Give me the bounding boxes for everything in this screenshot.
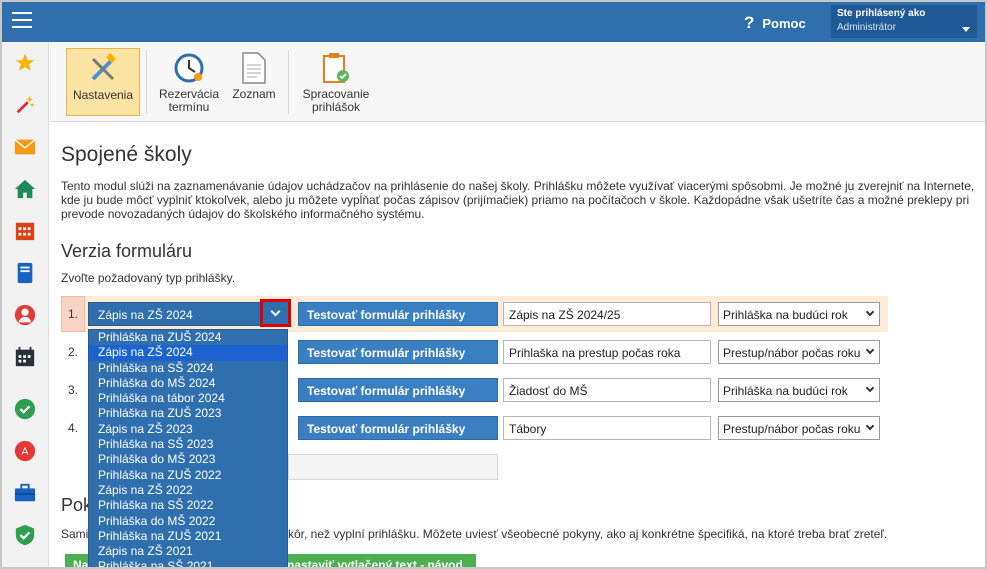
user-menu[interactable]: Ste prihlásený ako Administrátor — [831, 5, 977, 38]
dropdown-option[interactable]: Prihláška do MŠ 2023 — [89, 452, 287, 467]
chevron-down-icon — [865, 345, 875, 355]
calendar-icon[interactable] — [14, 346, 36, 368]
form-name-input[interactable]: Zápis na ZŠ 2024/25 — [503, 302, 711, 326]
help-button[interactable]: ? Pomoc — [744, 13, 806, 33]
caret-down-icon — [962, 27, 970, 32]
dropdown-option[interactable]: Zápis na ZŠ 2023 — [89, 422, 287, 437]
intro-text: Tento modul slúži na zaznamenávanie údaj… — [61, 179, 975, 221]
pen-badge-icon[interactable]: A — [14, 440, 36, 462]
reservation-label: Rezervácia termínu — [158, 87, 220, 114]
dropdown-option[interactable]: Prihláška na ZUŠ 2024 — [89, 330, 287, 345]
processing-button[interactable]: Spracovanie prihlášok — [296, 48, 376, 116]
row-number: 4. — [67, 421, 78, 435]
check-circle-icon[interactable] — [14, 398, 36, 420]
clock-icon — [154, 48, 224, 84]
left-sidebar: A — [2, 42, 49, 567]
dropdown-option[interactable]: Prihláška na ZUŠ 2022 — [89, 468, 287, 483]
form-type-value: Prestup/nábor počas roku — [723, 422, 861, 436]
dropdown-option[interactable]: Prihláška na tábor 2024 — [89, 391, 287, 406]
mail-icon[interactable] — [14, 136, 36, 158]
form-row: 1. Zápis na ZŠ 2024 Testovať formulár pr… — [61, 296, 888, 332]
new-form-input[interactable] — [288, 454, 498, 480]
dropdown-option[interactable]: Prihláška do MŠ 2022 — [89, 514, 287, 529]
app-window: ? Pomoc Ste prihlásený ako Administrátor — [0, 0, 987, 569]
shield-check-icon[interactable] — [14, 524, 36, 546]
form-name-input[interactable]: Žiadosť do MŠ — [503, 378, 711, 402]
briefcase-icon[interactable] — [14, 482, 36, 504]
settings-label: Nastavenia — [72, 88, 134, 102]
dropdown-option[interactable]: Prihláška na SŠ 2023 — [89, 437, 287, 452]
reservation-button[interactable]: Rezervácia termínu — [154, 48, 224, 116]
dropdown-option[interactable]: Prihláška na ZUŠ 2021 — [89, 529, 287, 544]
form-type-select[interactable]: Prihláška na budúci rok — [718, 378, 880, 402]
instructions-text-rest: kôr, než vyplní prihlášku. Môžete uviesť… — [288, 527, 888, 541]
home-icon[interactable] — [14, 178, 36, 200]
form-type-value: Prihláška na budúci rok — [723, 308, 848, 322]
chevron-down-icon — [270, 306, 281, 316]
dropdown-option[interactable]: Prihláška na ZUŠ 2023 — [89, 406, 287, 421]
form-type-select[interactable]: Prestup/nábor počas roku — [718, 416, 880, 440]
ribbon-toolbar: Nastavenia Rezervácia termínu Zoznam Spr… — [50, 42, 985, 122]
top-bar: ? Pomoc Ste prihlásený ako Administrátor — [2, 2, 985, 42]
list-label: Zoznam — [232, 87, 276, 101]
section-title: Verzia formuláru — [61, 241, 193, 261]
hamburger-menu-icon[interactable] — [12, 12, 32, 30]
chevron-down-icon — [865, 383, 875, 393]
test-form-button[interactable]: Testovať formulár prihlášky — [298, 416, 498, 440]
row-number: 1. — [61, 296, 85, 332]
person-icon[interactable] — [14, 304, 36, 326]
clipboard-check-icon — [296, 48, 376, 84]
settings-button[interactable]: Nastavenia — [66, 48, 140, 116]
chevron-down-icon — [865, 307, 875, 317]
list-button[interactable]: Zoznam — [228, 48, 280, 116]
dropdown-option[interactable]: Zápis na ZŠ 2024 — [89, 345, 287, 361]
form-type-value: Prestup/nábor počas roku — [723, 346, 861, 360]
form-type-value: Prihláška na budúci rok — [723, 384, 848, 398]
form-type-select[interactable]: Prestup/nábor počas roku — [718, 340, 880, 364]
dropdown-option[interactable]: Prihláška na SŠ 2022 — [89, 498, 287, 513]
dropdown-option[interactable]: Zápis na ZŠ 2022 — [89, 483, 287, 498]
page-title: Spojené školy — [61, 143, 192, 166]
ribbon-separator — [288, 50, 289, 114]
document-icon — [228, 48, 280, 84]
help-label: Pomoc — [762, 15, 806, 31]
dropdown-toggle-button[interactable] — [260, 299, 291, 327]
magic-wand-icon[interactable] — [14, 94, 36, 116]
section-subtitle: Zvoľte požadovaný typ prihlášky. — [61, 271, 236, 285]
instructions-text: Sami kôr, než vyplní prihlášku. Môžete u… — [61, 527, 887, 541]
user-menu-caption: Ste prihlásený ako — [837, 8, 926, 19]
set-printed-text-start: Na — [73, 558, 89, 569]
star-icon[interactable] — [14, 52, 36, 74]
form-version-dropdown-list: Prihláška na ZUŠ 2024 Zápis na ZŠ 2024 Pri… — [88, 329, 288, 567]
ribbon-separator — [146, 50, 147, 114]
test-form-button[interactable]: Testovať formulár prihlášky — [298, 340, 498, 364]
svg-text:A: A — [22, 447, 29, 458]
dropdown-option[interactable]: Prihláška na SŠ 2021 — [89, 559, 287, 567]
calendar-grid-icon[interactable] — [14, 220, 36, 242]
row-number: 2. — [67, 345, 78, 359]
form-name-input[interactable]: Prihlaška na prestup počas roka — [503, 340, 711, 364]
user-name: Administrátor — [837, 22, 896, 33]
dropdown-option[interactable]: Prihláška na SŠ 2024 — [89, 361, 287, 376]
set-printed-text-rest: nastaviť vytlačený text - návod — [287, 558, 463, 569]
dropdown-option[interactable]: Zápis na ZŠ 2021 — [89, 544, 287, 559]
dropdown-option[interactable]: Prihláška do MŠ 2024 — [89, 376, 287, 391]
settings-tools-icon — [67, 49, 139, 85]
form-type-select[interactable]: Prihláška na budúci rok — [718, 302, 880, 326]
row-number: 3. — [67, 383, 78, 397]
question-mark-icon: ? — [744, 13, 755, 32]
chevron-down-icon — [865, 421, 875, 431]
processing-label: Spracovanie prihlášok — [302, 87, 370, 114]
test-form-button[interactable]: Testovať formulár prihlášky — [298, 302, 498, 326]
notebook-icon[interactable] — [14, 262, 36, 284]
form-name-input[interactable]: Tábory — [503, 416, 711, 440]
test-form-button[interactable]: Testovať formulár prihlášky — [298, 378, 498, 402]
instructions-text-start: Sami — [61, 527, 89, 541]
form-version-select[interactable]: Zápis na ZŠ 2024 — [88, 302, 288, 326]
